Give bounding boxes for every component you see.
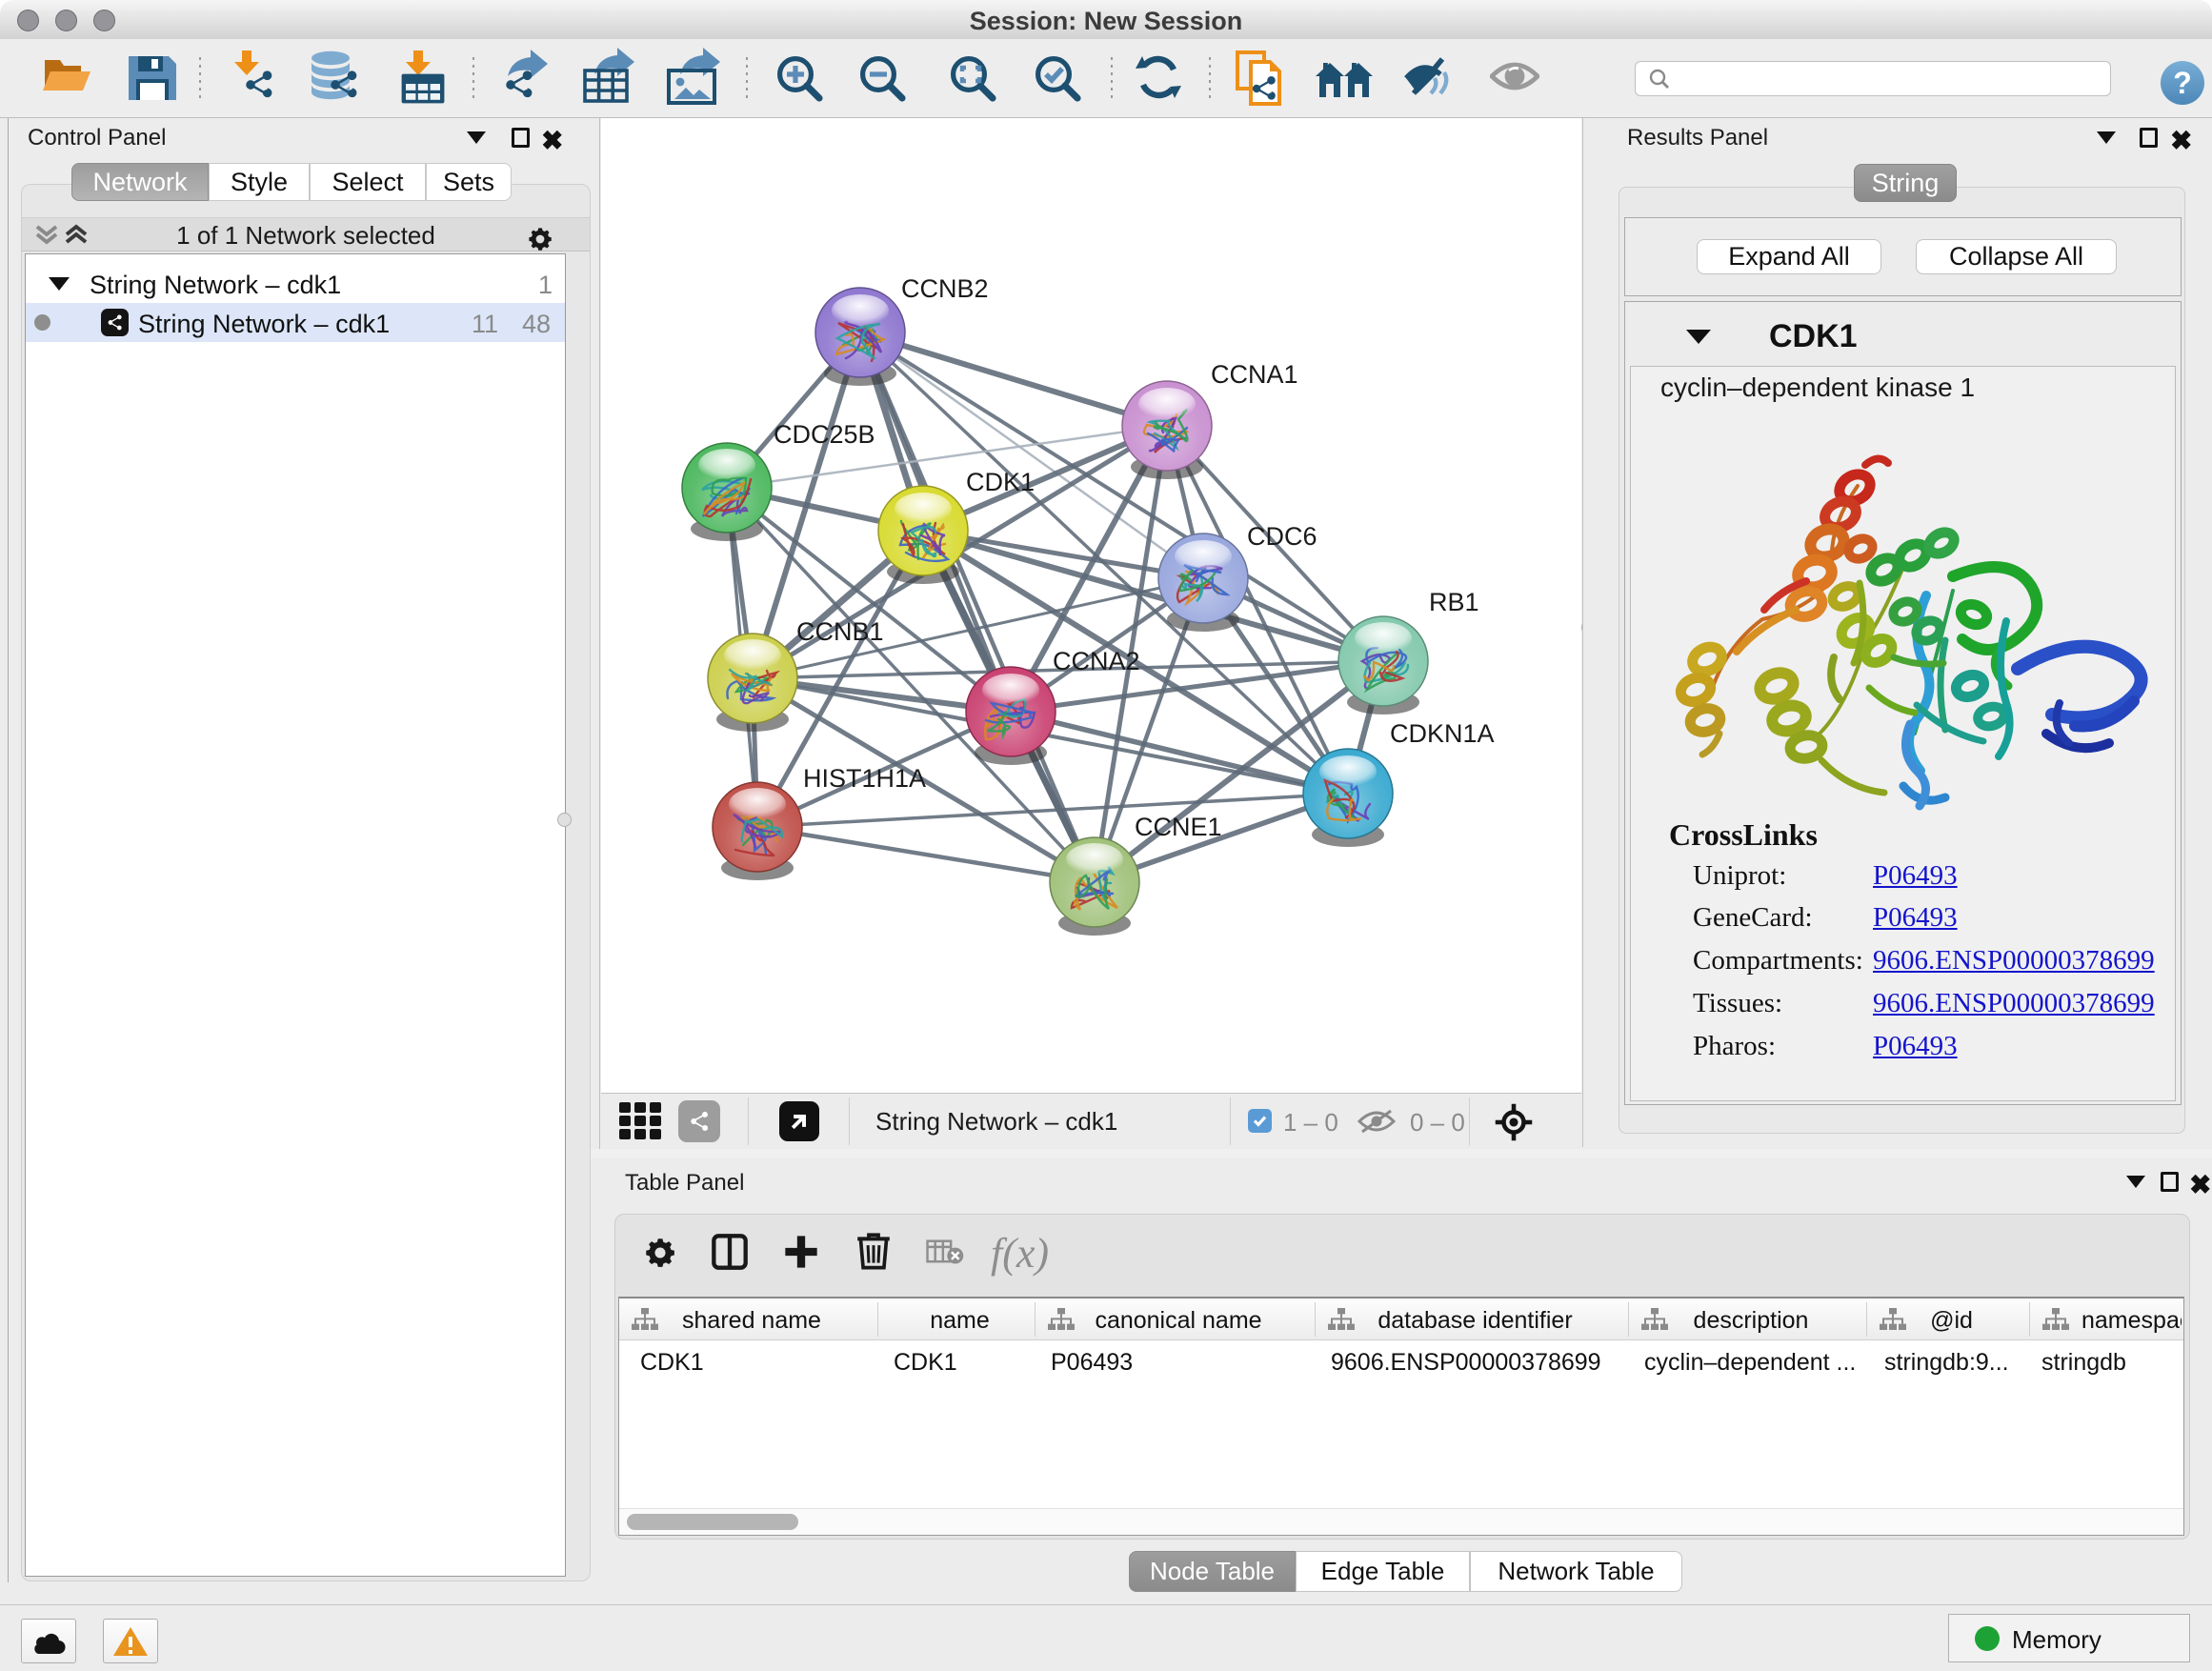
- svg-text:CCNE1: CCNE1: [1135, 813, 1222, 841]
- svg-text:CDC25B: CDC25B: [774, 420, 875, 449]
- svg-text:CCNB2: CCNB2: [901, 274, 989, 303]
- svg-text:CCNA1: CCNA1: [1211, 360, 1298, 389]
- svg-text:RB1: RB1: [1429, 588, 1479, 616]
- svg-text:CDC6: CDC6: [1247, 522, 1317, 551]
- svg-text:CDK1: CDK1: [966, 468, 1035, 496]
- svg-text:CCNB1: CCNB1: [796, 617, 884, 646]
- svg-text:CDKN1A: CDKN1A: [1390, 719, 1495, 748]
- svg-text:CCNA2: CCNA2: [1053, 647, 1140, 675]
- svg-text:HIST1H1A: HIST1H1A: [803, 764, 926, 793]
